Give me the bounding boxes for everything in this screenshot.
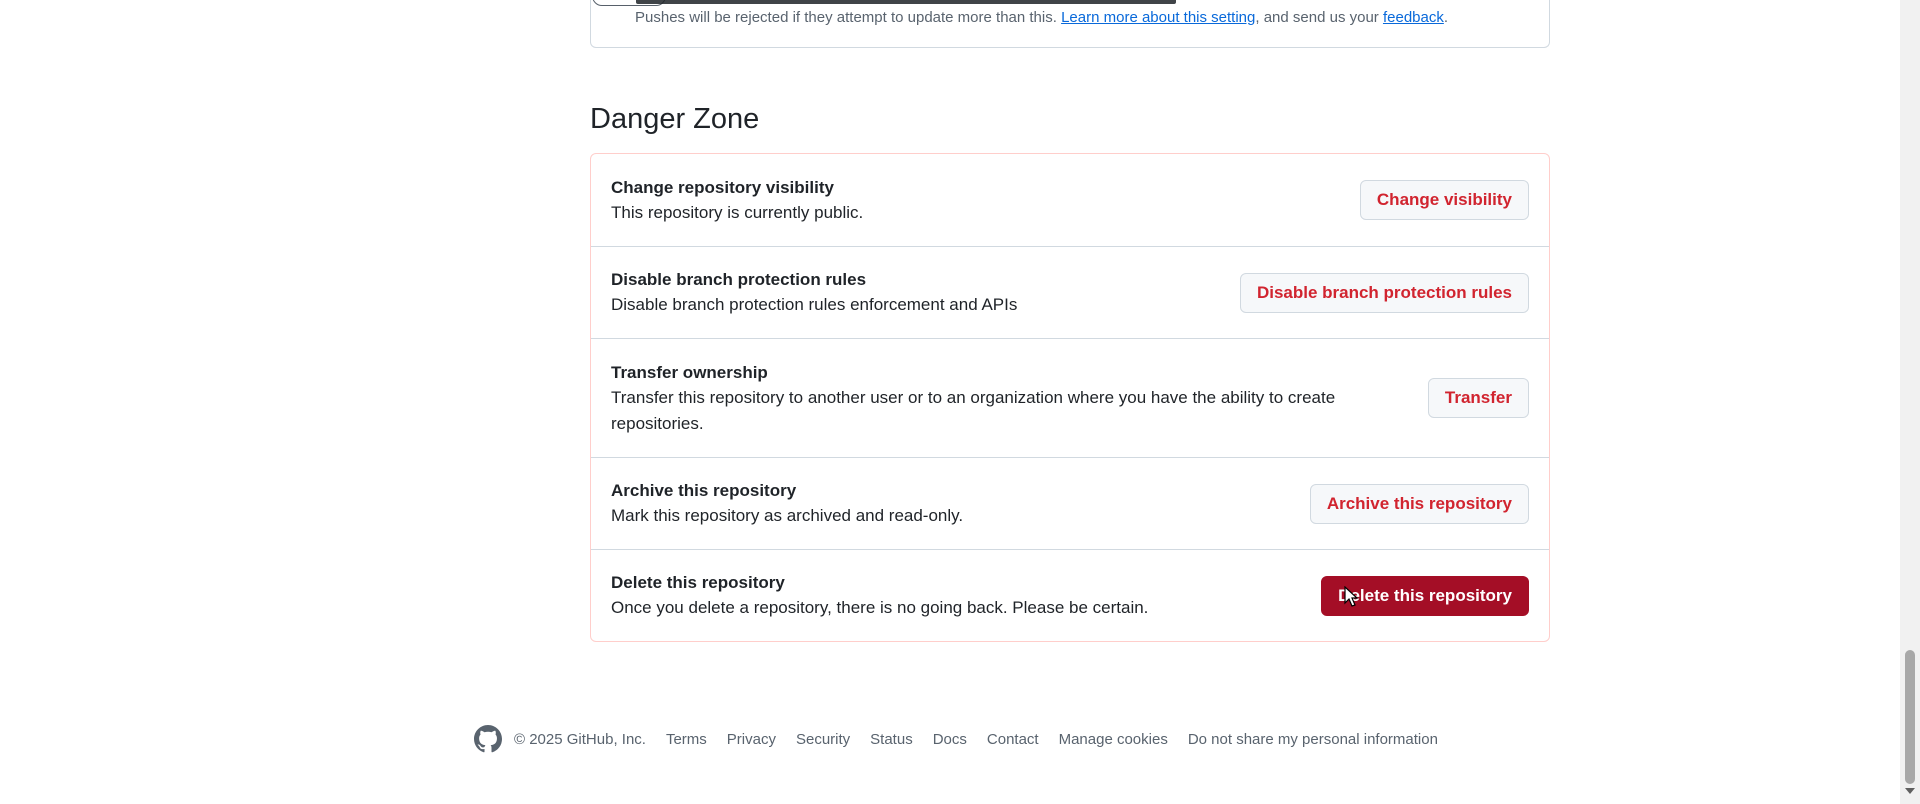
footer-link-security[interactable]: Security [796,731,850,748]
push-limit-note: Pushes will be rejected if they attempt … [635,9,1449,26]
settings-page: Pushes will be rejected if they attempt … [0,0,1920,804]
footer: © 2025 GitHub, Inc. Terms Privacy Securi… [474,725,1458,753]
cut-off-setting-label [636,0,1176,4]
github-icon[interactable] [474,725,502,753]
row-description: Once you delete a repository, there is n… [611,598,1149,617]
row-title: Archive this repository [611,481,797,500]
footer-link-privacy[interactable]: Privacy [727,731,776,748]
row-description: Transfer this repository to another user… [611,387,1336,433]
learn-more-link[interactable]: Learn more about this setting [1061,9,1255,26]
row-title: Change repository visibility [611,177,834,197]
footer-link-contact[interactable]: Contact [987,731,1039,748]
change-visibility-button[interactable]: Change visibility [1359,180,1529,220]
disable-branch-protection-button[interactable]: Disable branch protection rules [1239,272,1529,313]
feedback-link[interactable]: feedback [1383,9,1444,26]
footer-link-terms[interactable]: Terms [666,731,707,748]
page-scrollbar[interactable] [1900,0,1920,804]
footer-link-manage-cookies[interactable]: Manage cookies [1059,731,1168,748]
danger-zone-box: Change repository visibility This reposi… [590,153,1550,642]
footer-link-status[interactable]: Status [870,731,913,748]
row-description: This repository is currently public. [611,202,864,222]
danger-row-visibility: Change repository visibility This reposi… [591,154,1549,246]
row-title: Delete this repository [611,573,785,592]
row-description: Mark this repository as archived and rea… [611,506,964,525]
footer-copyright: © 2025 GitHub, Inc. [514,730,646,748]
transfer-button[interactable]: Transfer [1427,378,1529,418]
scroll-down-arrow-icon[interactable] [1905,788,1915,794]
danger-row-branch-protection: Disable branch protection rules Disable … [591,246,1549,338]
archive-repository-button[interactable]: Archive this repository [1309,483,1529,524]
footer-link-do-not-share[interactable]: Do not share my personal information [1188,731,1438,748]
row-description: Disable branch protection rules enforcem… [611,295,1018,314]
danger-row-delete: Delete this repository Once you delete a… [591,549,1549,641]
danger-row-archive: Archive this repository Mark this reposi… [591,457,1549,549]
danger-row-transfer: Transfer ownership Transfer this reposit… [591,338,1549,457]
footer-link-docs[interactable]: Docs [933,731,967,748]
scrollbar-thumb[interactable] [1905,650,1915,784]
row-title: Disable branch protection rules [611,270,867,289]
mouse-cursor-icon [1344,586,1358,607]
row-title: Transfer ownership [611,362,768,382]
danger-zone-title: Danger Zone [590,103,760,135]
